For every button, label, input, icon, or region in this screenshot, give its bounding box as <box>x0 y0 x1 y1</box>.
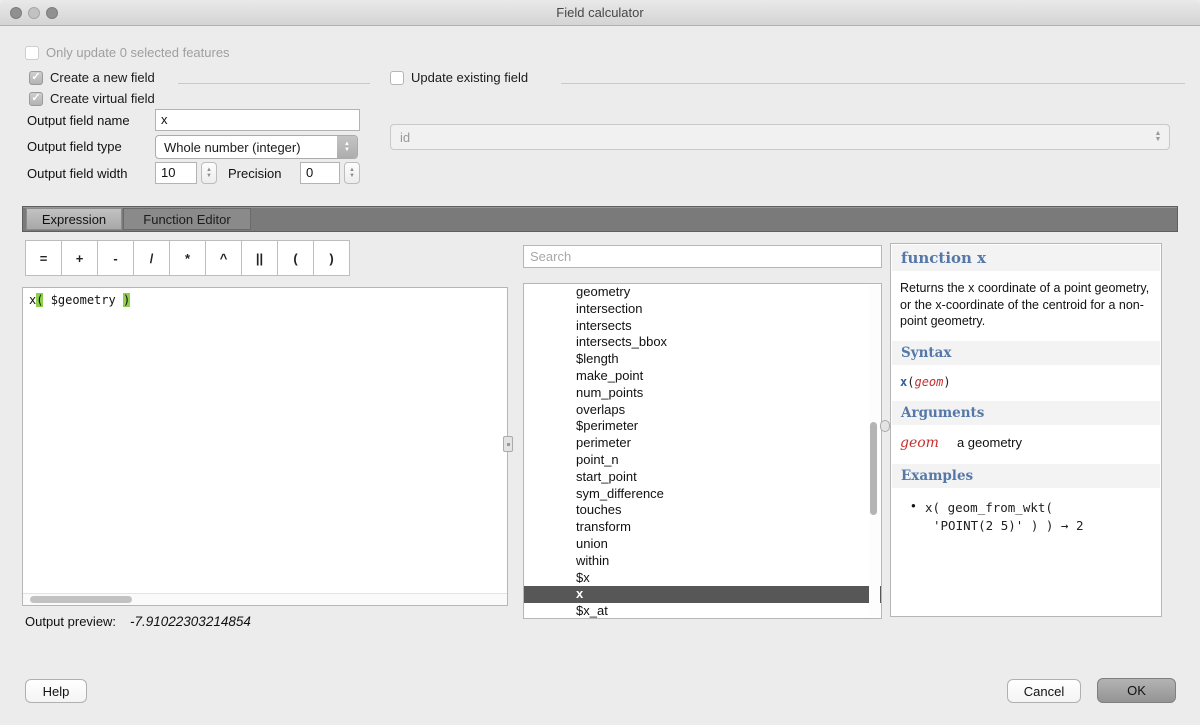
function-list-item[interactable]: start_point <box>524 469 881 486</box>
syntax-code: x(geom) <box>891 366 1161 400</box>
function-list-item[interactable]: point_n <box>524 452 881 469</box>
expression-text: x( $geometry ) <box>29 293 130 307</box>
function-list-item[interactable]: union <box>524 536 881 553</box>
output-preview-value: -7.91022303214854 <box>130 614 251 629</box>
function-list-item[interactable]: num_points <box>524 385 881 402</box>
output-field-type-label: Output field type <box>27 139 122 154</box>
output-field-name-input[interactable]: x <box>155 109 360 131</box>
help-button[interactable]: Help <box>25 679 87 703</box>
checkbox-icon <box>25 46 39 60</box>
argument-name: geom <box>900 435 939 451</box>
function-list-item[interactable]: touches <box>524 502 881 519</box>
examples-heading: Examples <box>892 464 1160 488</box>
precision-label: Precision <box>228 166 281 181</box>
only-update-checkbox: Only update 0 selected features <box>25 45 230 60</box>
expression-token: $geometry <box>43 293 122 307</box>
vertical-scrollbar[interactable] <box>869 285 880 617</box>
function-list[interactable]: geometryintersectionintersectsintersects… <box>523 283 882 619</box>
chevron-updown-icon[interactable]: ▲▼ <box>337 136 357 158</box>
function-list-item[interactable]: overlaps <box>524 402 881 419</box>
create-virtual-field-checkbox[interactable]: Create virtual field <box>29 91 155 106</box>
function-list-item[interactable]: intersects_bbox <box>524 334 881 351</box>
function-list-item[interactable]: $perimeter <box>524 418 881 435</box>
horizontal-scrollbar[interactable] <box>23 593 507 605</box>
function-list-item[interactable]: sym_difference <box>524 486 881 503</box>
output-field-name-label: Output field name <box>27 113 130 128</box>
bracket-token: ) <box>123 293 130 307</box>
function-help-panel: function x Returns the x coordinate of a… <box>890 243 1162 617</box>
scrollbar-thumb[interactable] <box>870 422 877 515</box>
operator-button[interactable]: || <box>241 240 278 276</box>
syntax-heading: Syntax <box>892 341 1160 365</box>
search-input[interactable] <box>523 245 882 268</box>
operator-button[interactable]: - <box>97 240 134 276</box>
operator-button[interactable]: ^ <box>205 240 242 276</box>
field-calculator-dialog: { "window": { "title": "Field calculator… <box>0 0 1200 725</box>
function-list-item[interactable]: intersects <box>524 318 881 335</box>
function-list-item[interactable]: $length <box>524 351 881 368</box>
expression-editor[interactable]: x( $geometry ) <box>22 287 508 606</box>
tab-bar: Expression Function Editor <box>22 206 1178 232</box>
operator-button[interactable]: = <box>25 240 62 276</box>
checkbox-icon[interactable] <box>390 71 404 85</box>
operator-button[interactable]: / <box>133 240 170 276</box>
tab-expression[interactable]: Expression <box>26 208 122 230</box>
operator-button[interactable]: ) <box>313 240 350 276</box>
output-field-width-input[interactable]: 10 <box>155 162 197 184</box>
create-new-field-checkbox[interactable]: Create a new field <box>29 70 155 85</box>
example-code-line2: 'POINT(2 5)' ) ) → 2 <box>925 517 1153 536</box>
operator-button[interactable]: * <box>169 240 206 276</box>
output-field-type-select[interactable]: Whole number (integer) ▲▼ <box>155 135 358 159</box>
title-bar: Field calculator <box>0 0 1200 26</box>
syntax-paren: ) <box>943 375 950 389</box>
create-new-field-label: Create a new field <box>50 70 155 85</box>
existing-field-select: id ▲▼ <box>390 124 1170 150</box>
function-list-item[interactable]: x <box>524 586 881 603</box>
help-title: function x <box>892 245 1160 271</box>
precision-input[interactable]: 0 <box>300 162 340 184</box>
function-list-item[interactable]: make_point <box>524 368 881 385</box>
checkbox-icon[interactable] <box>29 92 43 106</box>
example-item: x( geom_from_wkt( 'POINT(2 5)' ) ) → 2 <box>891 489 1161 545</box>
width-stepper[interactable]: ▲▼ <box>201 162 217 184</box>
argument-description: a geometry <box>957 435 1022 450</box>
group-divider <box>561 83 1185 84</box>
tab-function-editor[interactable]: Function Editor <box>123 208 251 230</box>
argument-row: geom a geometry <box>891 426 1161 463</box>
existing-field-value: id <box>391 130 1147 145</box>
update-existing-field-label: Update existing field <box>411 70 528 85</box>
group-divider <box>178 83 370 84</box>
output-field-width-label: Output field width <box>27 166 127 181</box>
example-code-line1: x( geom_from_wkt( <box>925 499 1153 518</box>
precision-stepper[interactable]: ▲▼ <box>344 162 360 184</box>
only-update-label: Only update 0 selected features <box>46 45 230 60</box>
function-list-item[interactable]: within <box>524 553 881 570</box>
function-list-item[interactable]: $x_at <box>524 603 881 619</box>
checkbox-icon[interactable] <box>29 71 43 85</box>
function-list-item[interactable]: transform <box>524 519 881 536</box>
help-description: Returns the x coordinate of a point geom… <box>891 272 1161 340</box>
splitter-handle[interactable] <box>503 436 513 452</box>
splitter-handle[interactable] <box>880 420 890 432</box>
scrollbar-thumb[interactable] <box>30 596 132 603</box>
operator-button-row: =+-/*^||() <box>25 240 350 276</box>
syntax-arg: geom <box>914 375 943 389</box>
window-title: Field calculator <box>0 5 1200 20</box>
chevron-updown-icon: ▲▼ <box>1147 131 1169 143</box>
function-list-item[interactable]: perimeter <box>524 435 881 452</box>
output-preview-label: Output preview: <box>25 614 116 629</box>
operator-button[interactable]: + <box>61 240 98 276</box>
create-virtual-field-label: Create virtual field <box>50 91 155 106</box>
output-field-type-value: Whole number (integer) <box>156 140 337 155</box>
function-list-item[interactable]: geometry <box>524 284 881 301</box>
operator-button[interactable]: ( <box>277 240 314 276</box>
arguments-heading: Arguments <box>892 401 1160 425</box>
update-existing-field-checkbox[interactable]: Update existing field <box>390 70 528 85</box>
ok-button[interactable]: OK <box>1097 678 1176 703</box>
cancel-button[interactable]: Cancel <box>1007 679 1081 703</box>
function-list-item[interactable]: intersection <box>524 301 881 318</box>
function-list-item[interactable]: $x <box>524 570 881 587</box>
